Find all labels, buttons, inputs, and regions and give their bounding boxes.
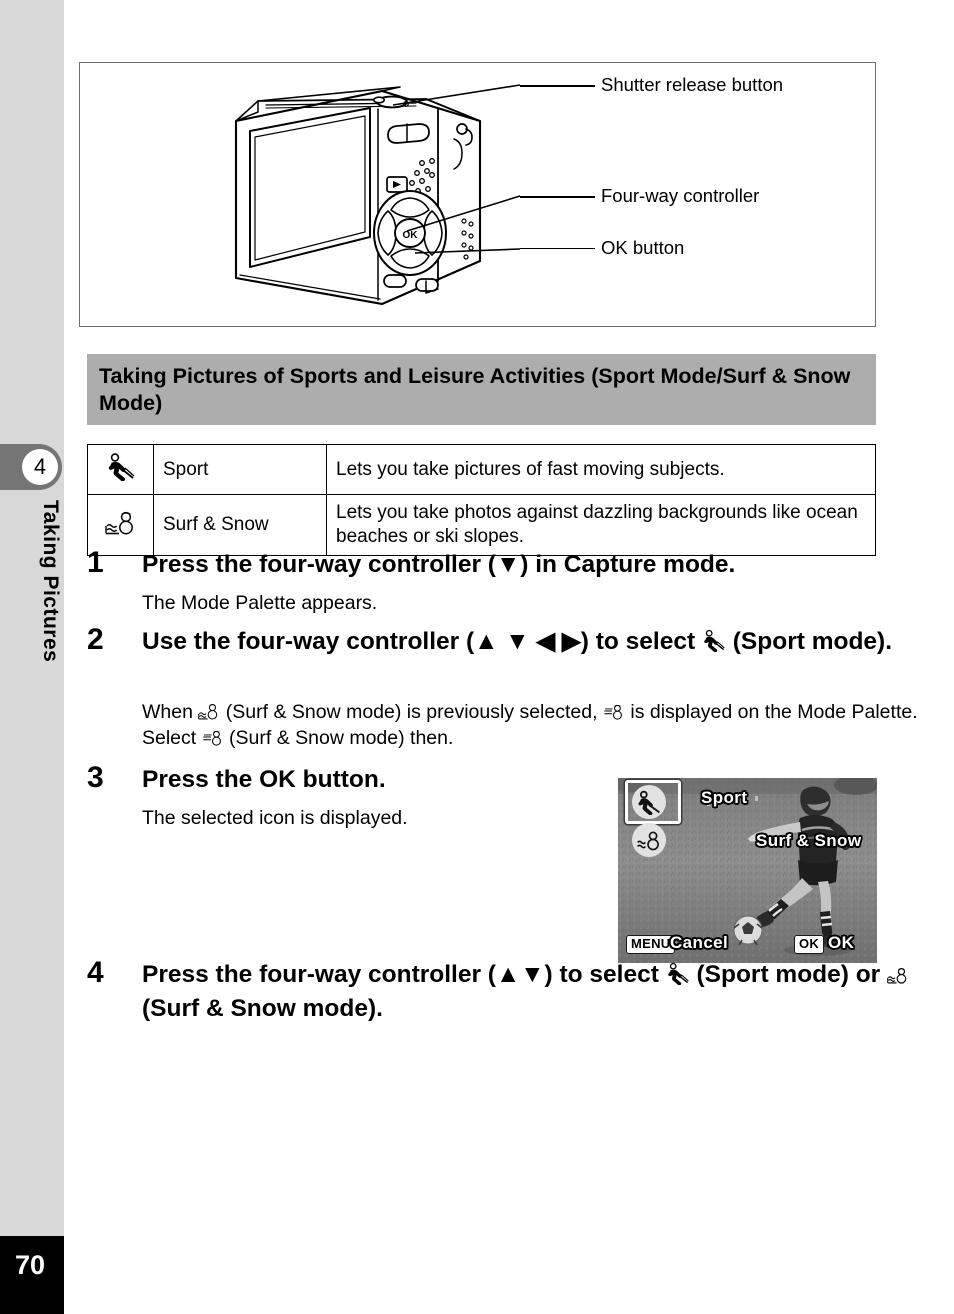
mode-description: Lets you take photos against dazzling ba… [326,494,876,556]
chapter-title-vertical: Taking Pictures [39,500,62,663]
step-title: Use the four-way controller (▲ ▼ ◀ ▶) to… [142,625,942,659]
step-number: 2 [87,623,104,656]
chapter-sidebar: 4 Taking Pictures [0,0,64,1236]
chapter-tab: 4 [0,444,62,490]
lcd-ok-label: OK [828,933,855,952]
surf-snow-mode-icon [887,965,909,985]
surf-snow-mode-icon-alt [603,701,625,721]
page-content: OK Shutter release button Four-way contr… [79,0,954,1314]
step-body-text-2: (Surf & Snow mode) is previously selecte… [220,701,603,723]
surf-snow-mode-icon-alt [202,727,224,747]
step-title-text-pre: Press the four-way controller ( [142,551,496,578]
section-heading: Taking Pictures of Sports and Leisure Ac… [87,354,876,425]
step-title-text-mid2: (Sport mode) or [689,961,888,988]
sport-mode-icon [666,961,690,985]
mode-description: Lets you take pictures of fast moving su… [326,444,876,495]
step-title-text-mid: ) to select [580,628,702,655]
step-title: Press the four-way controller (▼) in Cap… [142,548,735,582]
step-body: When (Surf & Snow mode) is previously se… [142,699,952,751]
step-title: Press the OK button. [142,766,386,793]
step-body: The Mode Palette appears. [142,592,378,614]
lcd-surf-snow-mode-icon[interactable] [632,823,666,857]
lcd-ok-keycap[interactable]: OK [794,935,825,954]
step-title-text-post: (Sport mode). [725,628,893,655]
callout-label-ok-button: OK button [601,237,685,258]
table-row: Surf & Snow Lets you take photos against… [87,494,876,556]
callout-label-four-way-controller: Four-way controller [601,185,760,206]
callout-line-four-way-controller [520,196,595,198]
step-body-text-4: (Surf & Snow mode) then. [223,727,454,749]
page-number-block: 70 [0,1236,64,1314]
step-title-text-mid: ) to select [544,961,666,988]
lcd-sport-label: Sport [701,788,748,807]
step-body-text-1: When [142,701,199,723]
mode-name: Surf & Snow [153,494,327,556]
sport-mode-icon [87,444,154,495]
step-title-text-post: (Surf & Snow mode). [142,995,383,1022]
chapter-number-badge: 4 [22,449,58,485]
callout-label-shutter-release-button: Shutter release button [601,74,784,95]
surf-snow-mode-icon [198,701,220,721]
step-title-text-pre: Press the four-way controller ( [142,961,496,988]
step-title: Press the four-way controller (▲▼) to se… [142,958,922,1026]
lcd-surf-snow-label: Surf & Snow [756,831,862,850]
sport-mode-icon-glyph [108,453,135,482]
camera-figure-box: OK Shutter release button Four-way contr… [79,62,876,327]
sport-mode-icon [702,628,726,652]
svg-text:OK: OK [403,230,419,241]
surf-snow-mode-icon-glyph [105,511,133,534]
lcd-menu-keycap[interactable]: MENU [626,935,676,954]
camera-lcd-screenshot: Sport Surf & Snow MENU Cancel OK OK [618,778,877,963]
step-body: The selected icon is displayed. [142,807,408,829]
lcd-selection-frame [625,780,681,824]
step-number: 1 [87,546,104,579]
direction-arrows-glyph: ▲▼ [495,961,545,988]
down-arrow-glyph: ▼ [495,551,521,578]
callout-line-ok-button [520,248,595,250]
step-title-text-post: ) in Capture mode. [520,551,736,578]
scene-mode-table: Sport Lets you take pictures of fast mov… [87,444,876,556]
lcd-cancel-label: Cancel [670,933,729,952]
step-number: 3 [87,761,104,794]
step-number: 4 [87,956,104,989]
step-title-text-pre: Use the four-way controller ( [142,628,475,655]
callout-line-shutter-release [520,85,595,87]
digital-camera-rear-view-illustration: OK [230,85,500,315]
table-row: Sport Lets you take pictures of fast mov… [87,444,876,495]
mode-name: Sport [153,444,327,495]
direction-arrows-glyph: ▲ ▼ ◀ ▶ [474,628,581,655]
page-number: 70 [14,1250,46,1280]
